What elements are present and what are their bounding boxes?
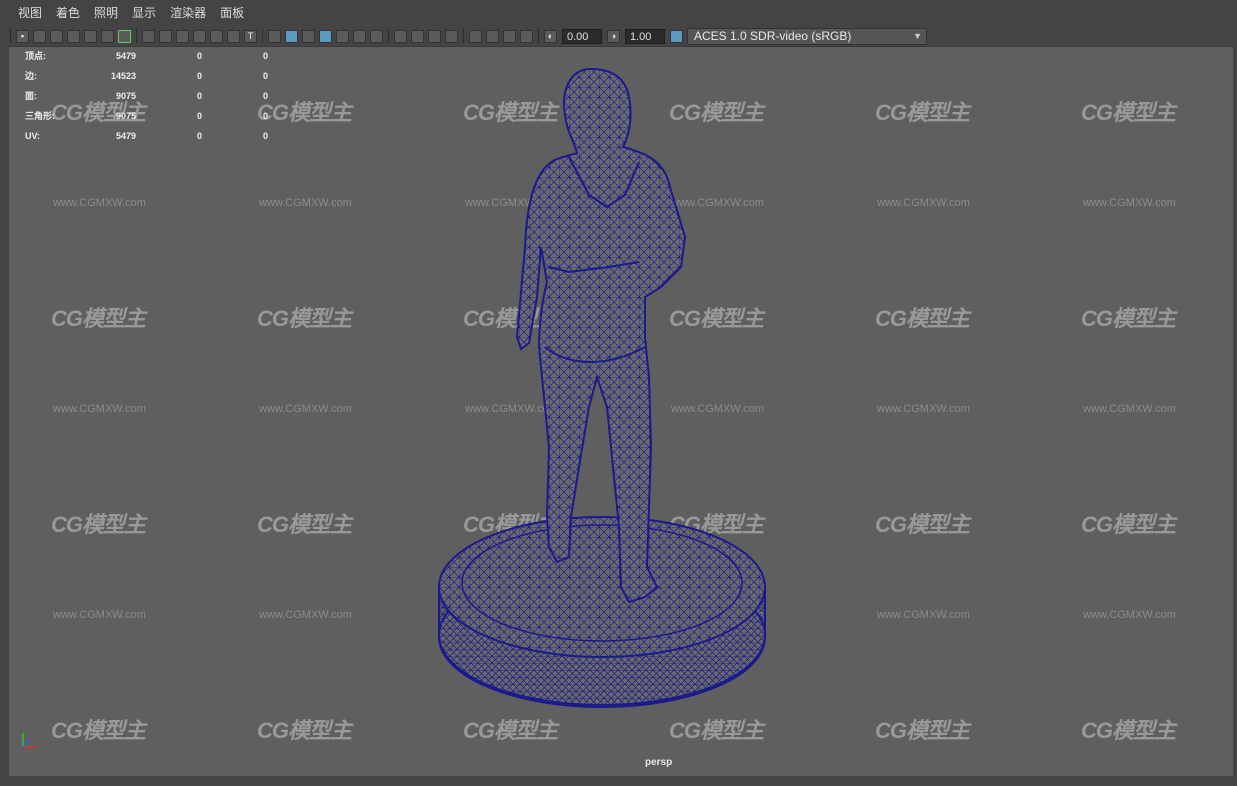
camera-attributes-icon[interactable] [33, 29, 46, 43]
toolbar-handle[interactable] [10, 29, 11, 43]
color-space-dropdown[interactable]: ACES 1.0 SDR-video (sRGB) ▼ [687, 27, 927, 45]
hud-value: 0 [262, 131, 268, 141]
menu-view[interactable]: 视图 [0, 0, 49, 26]
hud-label: 边: [25, 71, 37, 81]
hud-label: UV: [25, 131, 41, 141]
hud-value: 0 [262, 91, 268, 101]
shadows-icon[interactable] [370, 29, 383, 43]
hud-label: 顶点: [25, 51, 46, 61]
hud-value: 0 [196, 131, 202, 141]
separator [388, 29, 389, 43]
hud-label: 三角形: [25, 111, 55, 121]
hud-label: 面: [25, 91, 37, 101]
smooth-shade-icon[interactable] [285, 29, 298, 43]
separator [538, 29, 539, 43]
gamma-icon[interactable]: ◑ [607, 29, 620, 43]
field-chart-icon[interactable] [210, 29, 223, 43]
image-plane-icon[interactable] [67, 29, 80, 43]
3d-viewport[interactable]: CG模型主 www.CGMXW.com CG模型主 www.CGMXW.com CG模型… [9, 46, 1233, 777]
bookmark-icon[interactable] [50, 29, 63, 43]
pedestal-base [438, 516, 766, 708]
screen-space-ao-icon[interactable] [394, 29, 407, 43]
hud-value: 0 [196, 51, 202, 61]
hud-row-edges: 边: 14523 0 0 [25, 66, 268, 86]
separator [136, 29, 137, 43]
lights-icon[interactable] [353, 29, 366, 43]
menu-shading[interactable]: 着色 [49, 0, 87, 26]
viewport-toolbar: ▪ T ◐ 0.00 ◑ 1.00 ACES 1.0 SDR-video (sR… [0, 26, 1237, 46]
textured-icon[interactable] [336, 29, 349, 43]
bottom-border [0, 776, 1237, 786]
exposure-icon[interactable]: ◐ [544, 29, 557, 43]
separator [463, 29, 464, 43]
wireframe-model [438, 67, 766, 708]
2d-pan-zoom-icon[interactable] [84, 29, 97, 43]
safe-title-icon[interactable]: T [244, 29, 257, 43]
hud-value: 9075 [115, 91, 136, 101]
separator [262, 29, 263, 43]
hud-value: 5479 [115, 51, 136, 61]
hud-value: 5479 [115, 131, 136, 141]
hud-row-triangles: 三角形: 9075 0 0 [25, 106, 268, 126]
exposure-field[interactable]: 0.00 [562, 28, 602, 44]
film-gate-icon[interactable] [159, 29, 172, 43]
resolution-gate-icon[interactable] [176, 29, 189, 43]
hud-row-faces: 面: 9075 0 0 [25, 86, 268, 106]
wireframe-icon[interactable] [268, 29, 281, 43]
hud-value: 0 [262, 111, 268, 121]
hud-value: 0 [196, 71, 202, 81]
axis-gizmo-icon [22, 733, 37, 748]
hud-value: 9075 [115, 111, 136, 121]
camera-name-label: persp [645, 757, 673, 768]
pencil-icon[interactable] [118, 29, 131, 43]
xray-icon[interactable] [486, 29, 499, 43]
hud-row-uvs: UV: 5479 0 0 [25, 126, 268, 146]
menu-show[interactable]: 显示 [125, 0, 163, 26]
grid-icon[interactable] [142, 29, 155, 43]
camera-select-icon[interactable]: ▪ [16, 29, 29, 43]
motion-blur-icon[interactable] [411, 29, 424, 43]
xray-joints-icon[interactable] [503, 29, 516, 43]
hud-value: 0 [196, 111, 202, 121]
right-border [1233, 46, 1237, 776]
hud-value: 0 [262, 71, 268, 81]
menu-lighting[interactable]: 照明 [87, 0, 125, 26]
hud-value: 0 [262, 51, 268, 61]
safe-action-icon[interactable] [227, 29, 240, 43]
chevron-down-icon: ▼ [913, 30, 922, 41]
menu-bar: 视图 着色 照明 显示 渲染器 面板 [0, 0, 1237, 26]
hud-value: 0 [196, 91, 202, 101]
hud-row-vertices: 顶点: 5479 0 0 [25, 47, 268, 66]
anti-aliasing-icon[interactable] [428, 29, 441, 43]
gate-mask-icon[interactable] [193, 29, 206, 43]
color-management-icon[interactable] [670, 29, 683, 43]
default-material-icon[interactable] [302, 29, 315, 43]
hud-value: 14523 [110, 71, 136, 81]
wireframe-on-shaded-icon[interactable] [319, 29, 332, 43]
gamma-field[interactable]: 1.00 [625, 28, 665, 44]
poly-count-hud: 顶点: 5479 0 0 边: 14523 0 0 面: 9075 0 0 三角… [25, 47, 268, 146]
isolate-select-icon[interactable] [469, 29, 482, 43]
left-border [0, 46, 9, 776]
menu-renderer[interactable]: 渲染器 [163, 0, 213, 26]
menu-panels[interactable]: 面板 [213, 0, 251, 26]
grease-pencil-icon[interactable] [101, 29, 114, 43]
depth-of-field-icon[interactable] [445, 29, 458, 43]
color-space-value: ACES 1.0 SDR-video (sRGB) [694, 28, 852, 43]
backface-culling-icon[interactable] [520, 29, 533, 43]
